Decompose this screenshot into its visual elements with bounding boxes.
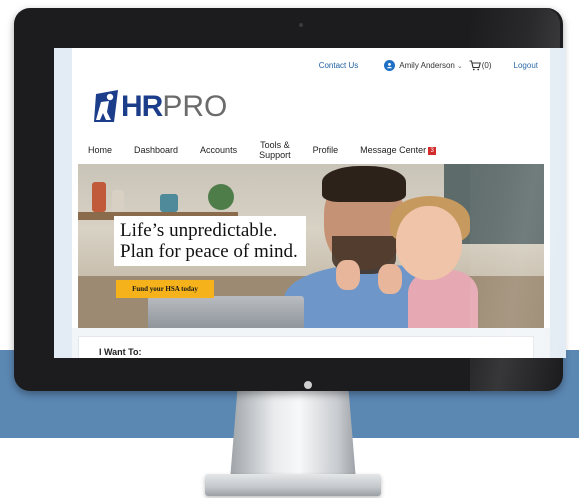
user-menu-name[interactable]: Amily Anderson [399, 61, 455, 70]
message-count-badge: 3 [428, 146, 437, 155]
hero-photo-girl-head [396, 206, 462, 280]
hero-banner: Life’s unpredictable. Plan for peace of … [78, 164, 544, 328]
nav-tools-line1: Tools & [260, 140, 290, 150]
cart-count[interactable]: (0) [482, 61, 492, 70]
hero-photo-hand [336, 260, 360, 290]
web-page: Contact Us Amily Anderson ⌄ (0) Logout H… [72, 48, 550, 358]
hero-photo-jar [92, 182, 106, 212]
i-want-to-heading: I Want To: [99, 347, 142, 357]
nav-dashboard[interactable]: Dashboard [134, 145, 178, 155]
monitor-frame: Contact Us Amily Anderson ⌄ (0) Logout H… [14, 8, 566, 391]
logo-person-mark [94, 90, 118, 122]
nav-tools-support[interactable]: Tools & Support [259, 140, 291, 160]
power-indicator [304, 381, 312, 389]
hero-photo-hand [378, 264, 402, 294]
nav-profile[interactable]: Profile [313, 145, 339, 155]
cart-icon[interactable] [469, 60, 481, 71]
fund-hsa-button[interactable]: Fund your HSA today [116, 280, 214, 298]
hero-headline-line2: Plan for peace of mind. [120, 241, 298, 262]
nav-tools-line2: Support [259, 150, 291, 160]
utility-bar: Contact Us Amily Anderson ⌄ (0) Logout [319, 60, 538, 71]
hero-photo-jar [112, 190, 124, 212]
hero-headline-line1: Life’s unpredictable. [120, 220, 278, 241]
user-avatar-icon[interactable] [384, 60, 396, 71]
hero-photo-jar [160, 194, 178, 212]
hero-photo-plant [208, 184, 234, 210]
monitor-screen: Contact Us Amily Anderson ⌄ (0) Logout H… [54, 48, 566, 358]
contact-us-link[interactable]: Contact Us [319, 61, 359, 70]
nav-message-center-label: Message Center [360, 145, 427, 155]
hero-headline: Life’s unpredictable. Plan for peace of … [114, 216, 306, 266]
chevron-down-icon[interactable]: ⌄ [457, 62, 463, 70]
i-want-to-panel: I Want To: [78, 336, 534, 358]
webcam-dot [299, 23, 303, 27]
monitor-stand-neck [230, 388, 356, 480]
logout-link[interactable]: Logout [514, 61, 538, 70]
nav-message-center[interactable]: Message Center 3 [360, 145, 437, 155]
monitor-stand-base [205, 474, 381, 496]
hero-photo-man-hair [322, 166, 406, 202]
hrpro-logo[interactable]: HR PRO [94, 82, 227, 122]
hero-photo-laptop [148, 296, 304, 328]
logo-hr-text: HR [121, 90, 163, 123]
nav-home[interactable]: Home [88, 145, 112, 155]
nav-accounts[interactable]: Accounts [200, 145, 237, 155]
main-nav: Home Dashboard Accounts Tools & Support … [88, 140, 458, 160]
logo-pro-text: PRO [162, 90, 228, 123]
